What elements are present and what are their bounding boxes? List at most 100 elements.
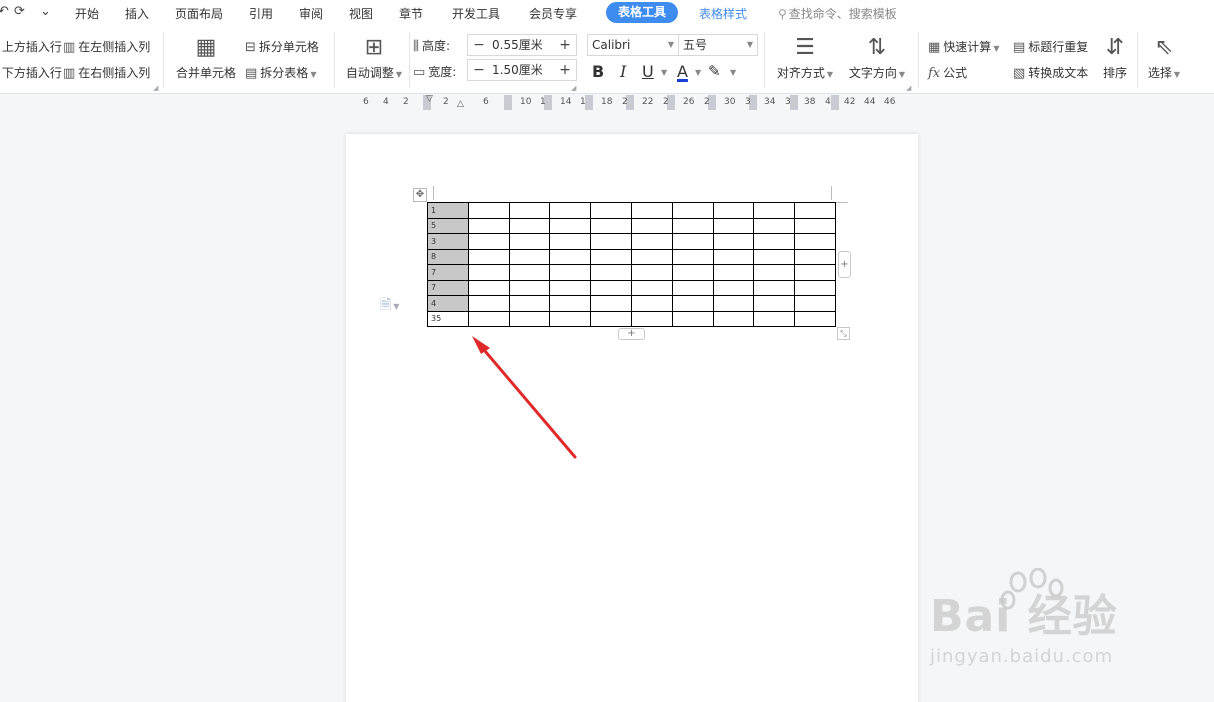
ruler-column-marker[interactable]	[790, 95, 798, 110]
table-cell[interactable]: 35	[427, 310, 469, 327]
table-cell[interactable]	[630, 264, 673, 281]
table-cell[interactable]	[590, 217, 632, 234]
table-cell[interactable]	[508, 233, 551, 250]
table-cell[interactable]	[549, 310, 592, 327]
ruler-column-marker[interactable]	[585, 95, 593, 110]
table-cell[interactable]	[549, 217, 592, 234]
insert-row-below-button[interactable]: ⊞下方插入行	[0, 64, 62, 81]
table-cell[interactable]: 1	[427, 202, 469, 219]
sort-button[interactable]: ⇵ 排序	[1100, 36, 1130, 81]
tab-references[interactable]: 引用	[249, 5, 273, 22]
table-cell[interactable]	[549, 279, 592, 296]
table-cell[interactable]	[753, 202, 796, 219]
table-cell[interactable]	[753, 233, 796, 250]
split-table-button[interactable]: ▤ 拆分表格 ▼	[245, 64, 316, 81]
redo-icon[interactable]: ⟳	[14, 4, 25, 19]
tab-view[interactable]: 视图	[349, 5, 373, 22]
table-cell[interactable]	[630, 233, 673, 250]
plus-icon[interactable]: +	[554, 35, 576, 55]
table-cell[interactable]	[753, 217, 796, 234]
tab-page-layout[interactable]: 页面布局	[175, 5, 223, 22]
table-cell[interactable]: 4	[427, 295, 469, 312]
table-cell[interactable]	[712, 310, 755, 327]
font-color-button[interactable]: A	[677, 62, 688, 81]
insert-column-right-button[interactable]: ▥ 在右侧插入列	[63, 64, 150, 81]
insert-row-above-button[interactable]: ⊞上方插入行	[0, 38, 62, 55]
command-search[interactable]: ⚲ 查找命令、搜索模板	[778, 5, 897, 22]
table-cell[interactable]: 7	[427, 279, 469, 296]
table-cell[interactable]	[467, 248, 510, 265]
table-cell[interactable]	[467, 279, 510, 296]
table-cell[interactable]	[712, 279, 755, 296]
row-height-value[interactable]: 0.55厘米	[492, 35, 543, 55]
chevron-down-icon[interactable]: ▼	[661, 68, 667, 77]
table-cell[interactable]	[794, 217, 836, 234]
table-cell[interactable]	[794, 279, 836, 296]
table-cell[interactable]	[753, 310, 796, 327]
first-line-indent-icon[interactable]: ▽	[426, 94, 433, 104]
table-cell[interactable]	[794, 264, 836, 281]
tab-home[interactable]: 开始	[75, 5, 99, 22]
table-cell[interactable]	[794, 233, 836, 250]
tab-table-style[interactable]: 表格样式	[699, 5, 747, 22]
table-cell[interactable]	[671, 248, 714, 265]
hanging-indent-icon[interactable]: △	[457, 99, 464, 109]
formula-button[interactable]: fx 公式	[928, 64, 967, 81]
table-cell[interactable]	[753, 279, 796, 296]
underline-button[interactable]: U	[642, 62, 654, 81]
table-cell[interactable]	[467, 217, 510, 234]
table-cell[interactable]	[508, 295, 551, 312]
column-width-stepper[interactable]: − 1.50厘米 +	[467, 59, 577, 81]
table-cell[interactable]	[508, 310, 551, 327]
quick-calc-button[interactable]: ▦ 快速计算 ▼	[928, 38, 999, 55]
table-cell[interactable]	[671, 279, 714, 296]
table-cell[interactable]	[590, 295, 632, 312]
table-cell[interactable]	[508, 202, 551, 219]
table-cell[interactable]: 5	[427, 217, 469, 234]
table-cell[interactable]	[630, 248, 673, 265]
text-direction-button[interactable]: ⇅ 文字方向 ▼	[846, 36, 908, 81]
group-expand-icon[interactable]: ◢	[906, 84, 911, 92]
table-cell[interactable]	[712, 202, 755, 219]
chevron-down-icon[interactable]: ▼	[730, 68, 736, 77]
tab-table-tools[interactable]: 表格工具	[606, 2, 679, 23]
tab-insert[interactable]: 插入	[125, 5, 149, 22]
table-move-handle-icon[interactable]: ✥	[413, 188, 427, 202]
table-cell[interactable]	[712, 295, 755, 312]
document-assist-icon[interactable]: 🗎 ▼	[380, 294, 399, 318]
table-cell[interactable]	[671, 202, 714, 219]
table-cell[interactable]	[467, 295, 510, 312]
table-cell[interactable]	[590, 248, 632, 265]
chevron-down-icon[interactable]: ▼	[695, 68, 701, 77]
quick-access-more-icon[interactable]: ⌄	[40, 4, 51, 19]
table-cell[interactable]	[508, 264, 551, 281]
table-cell[interactable]	[590, 264, 632, 281]
table-cell[interactable]: 8	[427, 248, 469, 265]
font-name-select[interactable]: Calibri ▼	[587, 34, 679, 56]
repeat-header-row-button[interactable]: ▤ 标题行重复	[1013, 38, 1088, 55]
table-cell[interactable]	[671, 217, 714, 234]
table-cell[interactable]	[467, 202, 510, 219]
table-cell[interactable]	[753, 264, 796, 281]
table-cell[interactable]	[549, 264, 592, 281]
table-cell[interactable]: 3	[427, 233, 469, 250]
add-row-button[interactable]: +	[618, 328, 645, 340]
table-cell[interactable]	[467, 233, 510, 250]
table-cell[interactable]	[630, 279, 673, 296]
table-cell[interactable]	[794, 248, 836, 265]
table-cell[interactable]	[549, 233, 592, 250]
minus-icon[interactable]: −	[468, 60, 490, 80]
tab-member[interactable]: 会员专享	[529, 5, 577, 22]
table-cell[interactable]	[671, 233, 714, 250]
ruler-column-marker[interactable]	[831, 95, 839, 110]
table-cell[interactable]	[590, 233, 632, 250]
table-cell[interactable]	[508, 279, 551, 296]
table-cell[interactable]	[549, 295, 592, 312]
auto-fit-button[interactable]: ⊞ 自动调整 ▼	[344, 36, 404, 81]
table-cell[interactable]	[712, 233, 755, 250]
table-resize-handle-icon[interactable]: ⤡	[837, 327, 850, 340]
select-button[interactable]: ⇖ 选择 ▼	[1145, 36, 1183, 81]
table-cell[interactable]: 7	[427, 264, 469, 281]
highlight-icon[interactable]: ✎	[708, 62, 721, 80]
tab-chapter[interactable]: 章节	[399, 5, 423, 22]
